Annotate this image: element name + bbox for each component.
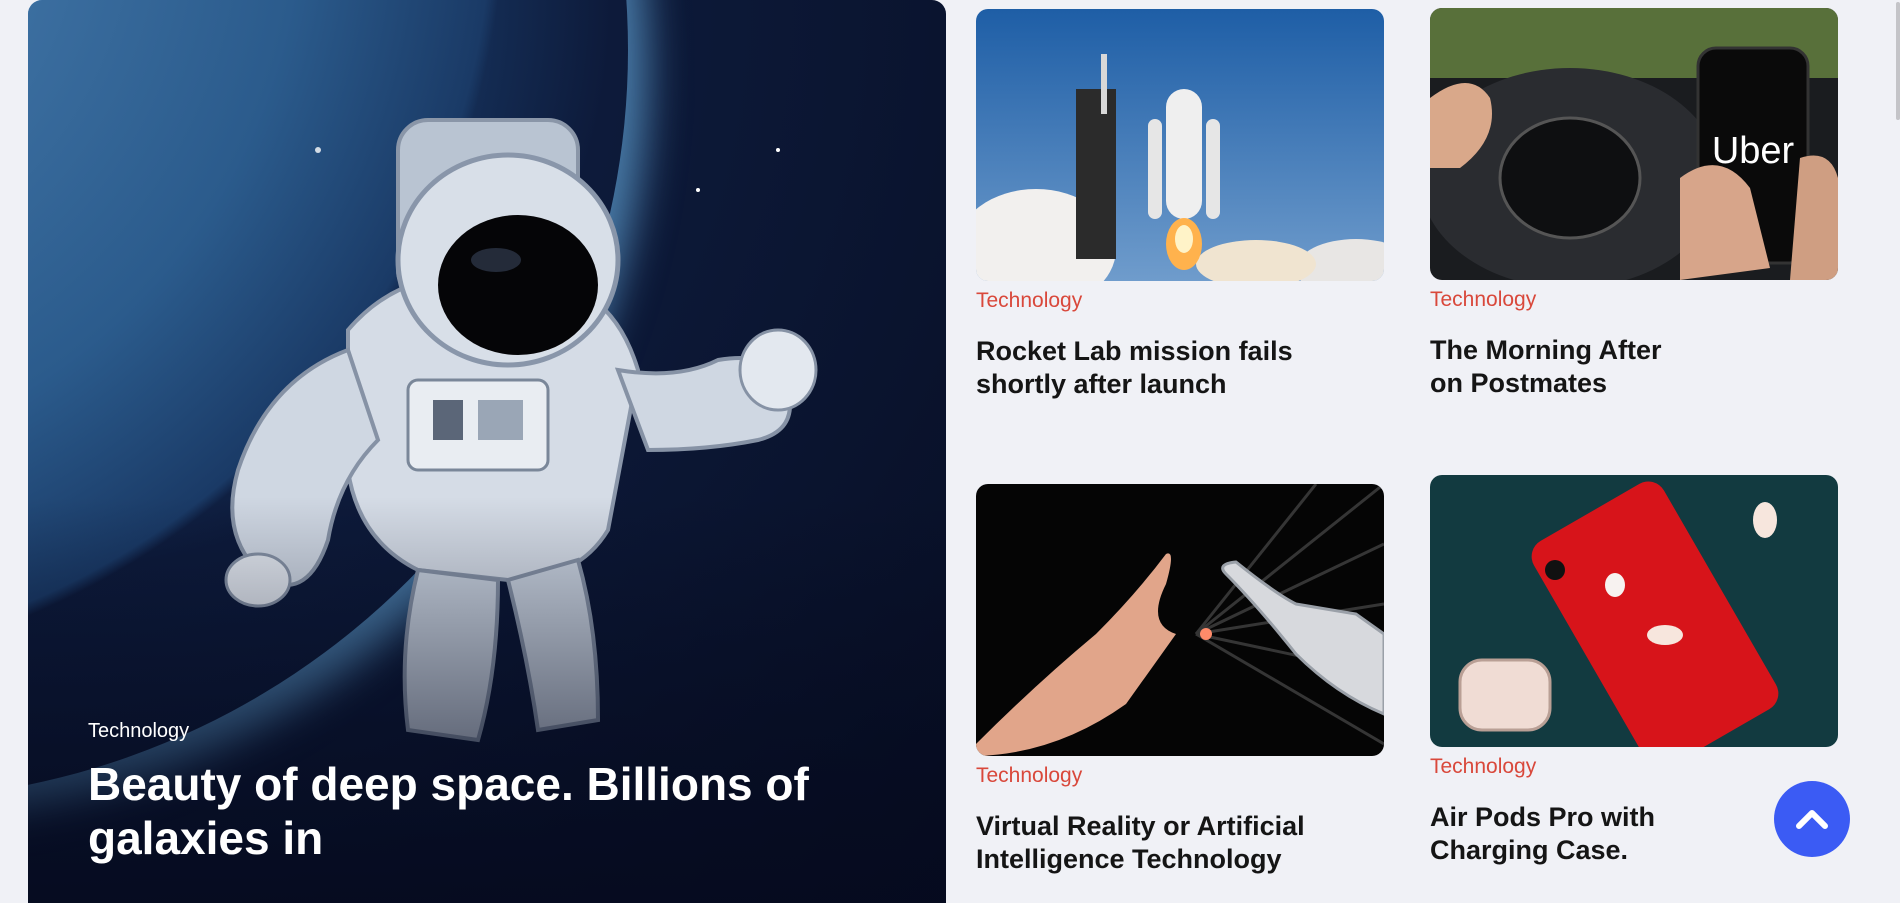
article-card-rocket-lab[interactable]: Technology Rocket Lab mission fails shor… [976, 9, 1384, 401]
scroll-to-top-button[interactable] [1774, 781, 1850, 857]
article-card-morning-after[interactable]: Uber Technology The Morning After on Pos… [1430, 8, 1838, 400]
uber-phone-image[interactable]: Uber [1430, 8, 1838, 280]
article-category-label[interactable]: Technology [1430, 288, 1838, 312]
article-category-label[interactable]: Technology [976, 764, 1384, 788]
human-robot-hand-image[interactable] [976, 484, 1384, 756]
featured-article-hero[interactable]: Technology Beauty of deep space. Billion… [28, 0, 946, 903]
article-category-label[interactable]: Technology [1430, 755, 1838, 779]
hero-category-label[interactable]: Technology [88, 720, 189, 743]
article-category-label[interactable]: Technology [976, 289, 1384, 313]
article-card-vr-ai[interactable]: Technology Virtual Reality or Artificial… [976, 484, 1384, 876]
article-title-line: Air Pods Pro with W [1430, 802, 1662, 832]
hero-article-title[interactable]: Beauty of deep space. Billions of galaxi… [88, 757, 848, 865]
article-title[interactable]: Air Pods Pro with W Charging Case. [1430, 801, 1662, 867]
rocket-launch-image[interactable] [976, 9, 1384, 281]
article-title-line: Charging Case. [1430, 835, 1629, 865]
article-title[interactable]: The Morning After on Postmates [1430, 334, 1662, 400]
article-title-line: The Morning After [1430, 335, 1662, 365]
article-title-line: on Postmates [1430, 368, 1608, 398]
iphone-airpods-image[interactable] [1430, 475, 1838, 747]
article-title[interactable]: Rocket Lab mission fails shortly after l… [976, 335, 1384, 401]
page-scrollbar[interactable] [1894, 0, 1900, 903]
scrollbar-thumb[interactable] [1896, 2, 1900, 120]
chevron-up-icon [1796, 810, 1828, 829]
svg-text:Uber: Uber [1712, 130, 1795, 172]
article-title[interactable]: Virtual Reality or Artificial Intelligen… [976, 810, 1384, 876]
